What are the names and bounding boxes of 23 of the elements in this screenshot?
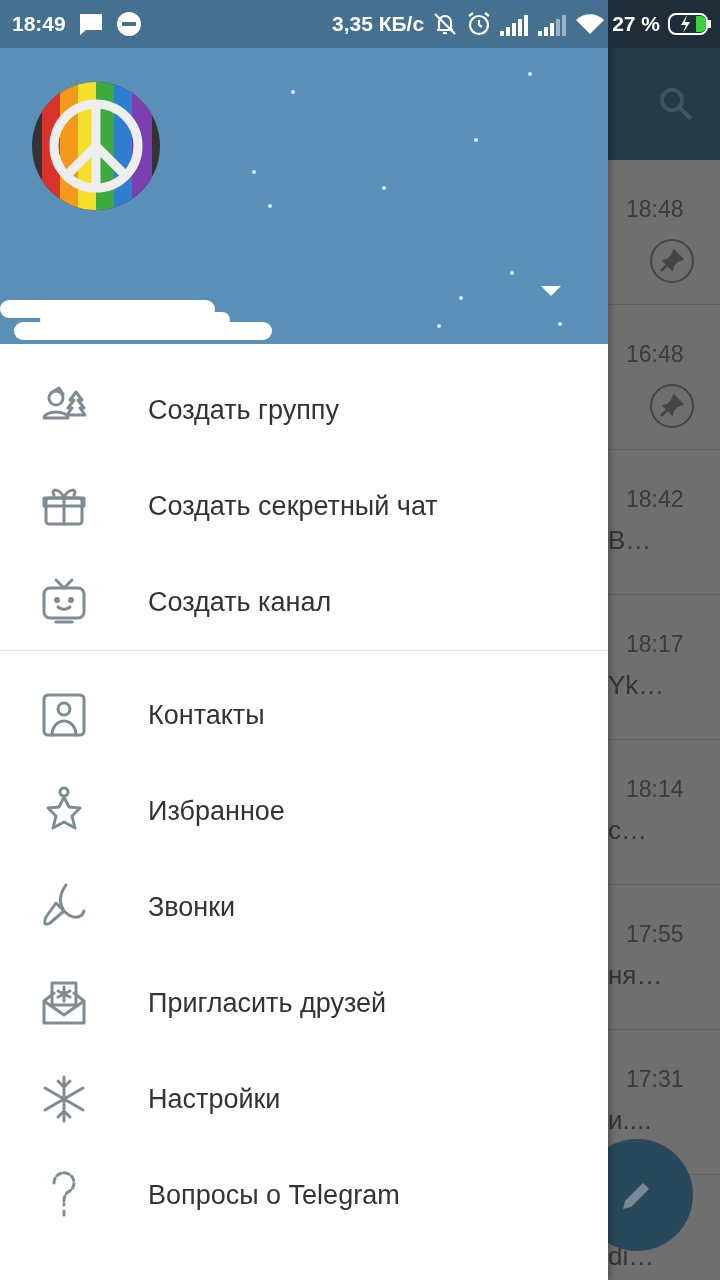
menu-item[interactable]: Звонки: [0, 859, 608, 955]
menu-item[interactable]: Настройки: [0, 1051, 608, 1147]
menu-item[interactable]: Создать секретный чат: [0, 458, 608, 554]
caret-icon: [540, 284, 562, 298]
clock-time: 18:49: [12, 12, 66, 36]
chat-snippet: В…: [608, 525, 652, 556]
chat-snippet: и....: [608, 1105, 652, 1136]
menu-item[interactable]: Пригласить друзей: [0, 955, 608, 1051]
network-speed: 3,35 КБ/с: [332, 12, 425, 36]
menu-item[interactable]: Избранное: [0, 763, 608, 859]
battery-percent: 27 %: [612, 12, 660, 36]
signal-icon: [500, 12, 531, 36]
menu-item[interactable]: Создать группу: [0, 362, 608, 458]
block-icon: [115, 11, 142, 37]
chat-snippet: с…: [608, 815, 647, 846]
chat-snippet: Yk…: [608, 670, 665, 701]
menu-item[interactable]: Вопросы о Telegram: [0, 1147, 608, 1243]
signal-icon: [538, 12, 569, 36]
menu-item[interactable]: Контакты: [0, 667, 608, 763]
wifi-icon: [576, 13, 605, 35]
menu-item[interactable]: Создать канал: [0, 554, 608, 650]
chat-snippet: ня…: [608, 960, 663, 991]
message-icon: [77, 12, 104, 36]
